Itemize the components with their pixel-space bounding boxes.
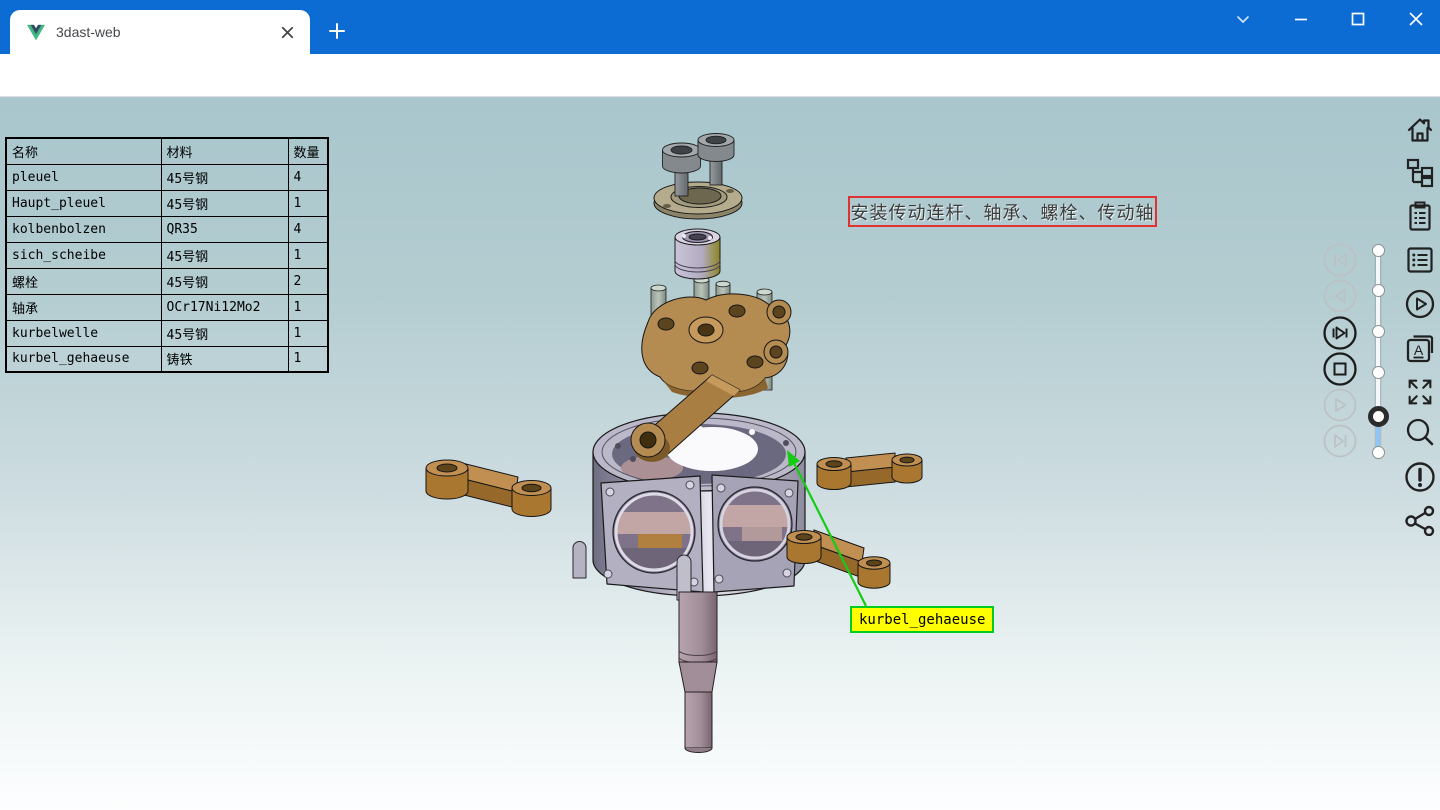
- stop-button[interactable]: [1323, 352, 1357, 386]
- part-rod-pleuel-right-top[interactable]: [817, 453, 922, 490]
- warning-info-icon[interactable]: [1404, 461, 1436, 493]
- part-rod-pleuel-left[interactable]: [426, 460, 551, 517]
- part-label-kurbel-gehaeuse[interactable]: kurbel_gehaeuse: [850, 606, 994, 633]
- step-list-icon[interactable]: [1404, 244, 1436, 276]
- cell-material: OCr17Ni12Mo2: [161, 294, 288, 320]
- cell-material: 45号钢: [161, 320, 288, 346]
- play-animation-icon[interactable]: [1404, 288, 1436, 320]
- cell-qty: 1: [288, 320, 328, 346]
- zoom-search-icon[interactable]: [1404, 417, 1436, 449]
- cell-qty: 4: [288, 216, 328, 242]
- tab-strip: 3dast-web: [0, 0, 1440, 54]
- skip-start-button[interactable]: [1323, 243, 1357, 277]
- cell-material: 45号钢: [161, 242, 288, 268]
- part-rod-pleuel-right-bottom[interactable]: [787, 530, 890, 588]
- cell-name: pleuel: [6, 164, 161, 190]
- cell-name: kurbel_gehaeuse: [6, 346, 161, 372]
- cell-qty: 1: [288, 190, 328, 216]
- window-maximize-icon[interactable]: [1347, 8, 1369, 30]
- seek-tick[interactable]: [1372, 284, 1385, 297]
- home-icon[interactable]: [1404, 114, 1436, 146]
- part-shaft-kurbelwelle[interactable]: [679, 592, 717, 753]
- window-minimize-icon[interactable]: [1290, 8, 1312, 30]
- table-row: kurbel_gehaeuse 铸铁 1: [6, 346, 328, 372]
- seek-handle[interactable]: [1368, 406, 1389, 427]
- skip-end-button[interactable]: [1323, 424, 1357, 458]
- table-row: Haupt_pleuel 45号钢 1: [6, 190, 328, 216]
- table-row: kurbelwelle 45号钢 1: [6, 320, 328, 346]
- cell-material: 45号钢: [161, 164, 288, 190]
- cell-name: sich_scheibe: [6, 242, 161, 268]
- seek-tick[interactable]: [1372, 446, 1385, 459]
- assembly-step-annotation: 安装传动连杆、轴承、螺栓、传动轴: [848, 196, 1157, 227]
- cell-name: kolbenbolzen: [6, 216, 161, 242]
- step-play-button[interactable]: [1323, 316, 1357, 350]
- fit-fullscreen-icon[interactable]: [1404, 374, 1436, 410]
- browser-window: 3dast-web: [0, 0, 1440, 810]
- seek-tick[interactable]: [1372, 366, 1385, 379]
- vue-favicon-icon: [27, 24, 45, 41]
- col-header-name: 名称: [6, 138, 161, 164]
- clipboard-list-icon[interactable]: [1404, 200, 1436, 232]
- cell-material: QR35: [161, 216, 288, 242]
- cell-qty: 1: [288, 346, 328, 372]
- cell-name: Haupt_pleuel: [6, 190, 161, 216]
- part-housing-kurbel-gehaeuse[interactable]: [573, 413, 805, 600]
- table-row: kolbenbolzen QR35 4: [6, 216, 328, 242]
- cell-qty: 1: [288, 294, 328, 320]
- col-header-material: 材料: [161, 138, 288, 164]
- cell-qty: 1: [288, 242, 328, 268]
- tab-title: 3dast-web: [56, 24, 279, 40]
- table-row: pleuel 45号钢 4: [6, 164, 328, 190]
- play-button[interactable]: [1323, 388, 1357, 422]
- window-close-icon[interactable]: [1405, 8, 1427, 30]
- browser-tab[interactable]: 3dast-web: [10, 10, 310, 54]
- cell-name: 轴承: [6, 294, 161, 320]
- cell-name: kurbelwelle: [6, 320, 161, 346]
- part-bearing[interactable]: [675, 229, 720, 279]
- part-bolt-right[interactable]: [698, 134, 734, 186]
- browser-toolbar: 不安全 192.168.30.157:11182/index.html?view…: [0, 54, 1440, 97]
- new-tab-button[interactable]: [323, 17, 351, 45]
- bom-header-row: 名称 材料 数量: [6, 138, 328, 164]
- share-model-icon[interactable]: [1404, 504, 1436, 536]
- cell-material: 铸铁: [161, 346, 288, 372]
- cell-material: 45号钢: [161, 190, 288, 216]
- table-row: 轴承 OCr17Ni12Mo2 1: [6, 294, 328, 320]
- cell-qty: 2: [288, 268, 328, 294]
- assembly-tree-icon[interactable]: [1404, 156, 1436, 188]
- col-header-qty: 数量: [288, 138, 328, 164]
- cell-qty: 4: [288, 164, 328, 190]
- seek-tick[interactable]: [1372, 244, 1385, 257]
- step-back-button[interactable]: [1323, 279, 1357, 313]
- table-row: sich_scheibe 45号钢 1: [6, 242, 328, 268]
- bom-table: 名称 材料 数量 pleuel 45号钢 4 Haupt_pleuel 45号钢…: [5, 137, 329, 373]
- seek-tick[interactable]: [1372, 325, 1385, 338]
- cell-material: 45号钢: [161, 268, 288, 294]
- tab-close-icon[interactable]: [279, 24, 296, 41]
- annotation-toggle-icon[interactable]: A: [1404, 331, 1436, 363]
- tab-search-icon[interactable]: [1232, 8, 1254, 30]
- table-row: 螺栓 45号钢 2: [6, 268, 328, 294]
- part-washer-sich-scheibe[interactable]: [654, 182, 742, 219]
- cell-name: 螺栓: [6, 268, 161, 294]
- annotation-letter: A: [1414, 342, 1424, 358]
